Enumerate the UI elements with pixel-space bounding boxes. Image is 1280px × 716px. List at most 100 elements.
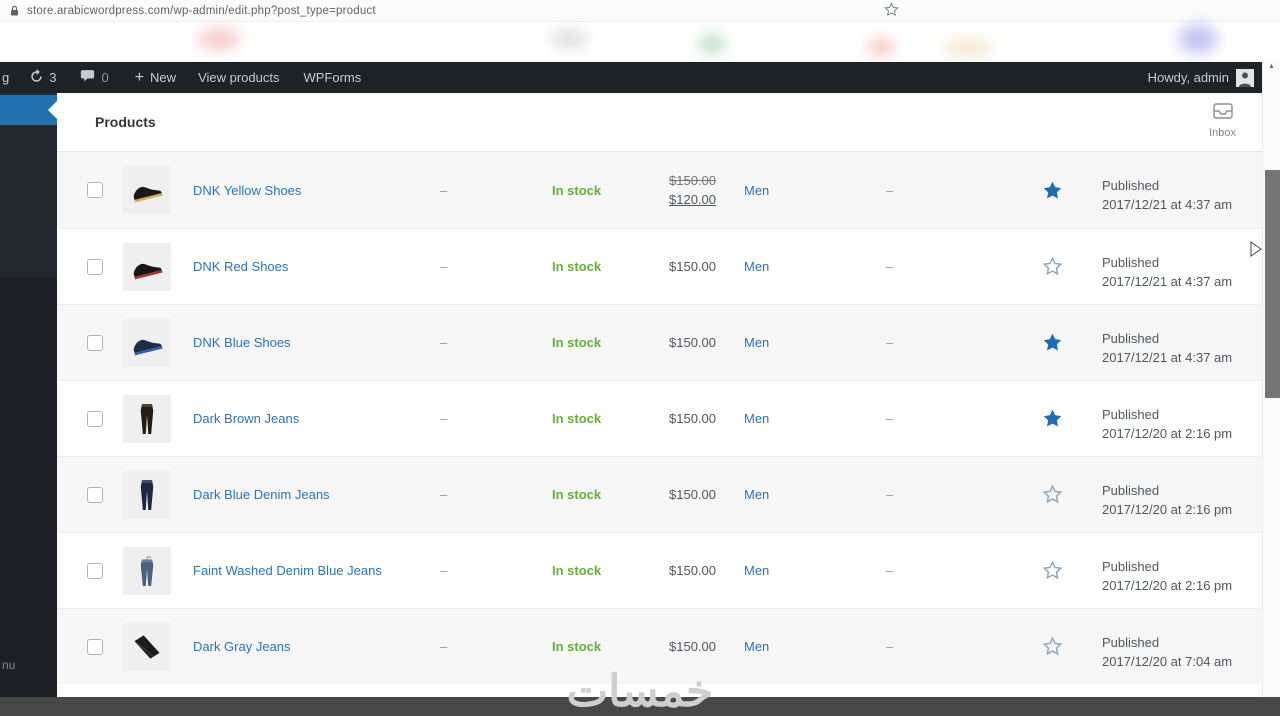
- browser-address-bar: store.arabicwordpress.com/wp-admin/edit.…: [0, 0, 1280, 22]
- stock-status: In stock: [552, 335, 602, 350]
- row-checkbox[interactable]: [87, 410, 103, 427]
- wpforms-menu[interactable]: WPForms: [303, 62, 361, 93]
- featured-star-toggle[interactable]: [1002, 332, 1102, 353]
- publish-date: 2017/12/21 at 4:37 am: [1102, 273, 1233, 289]
- sku-cell: –: [440, 563, 448, 578]
- product-thumbnail[interactable]: [123, 470, 171, 519]
- product-name-link[interactable]: DNK Blue Shoes: [193, 335, 291, 350]
- active-item-notch: [48, 101, 57, 119]
- new-menu[interactable]: + New: [135, 62, 176, 93]
- price-cell: $150.00: [669, 335, 716, 350]
- product-row: Dark Blue Denim Jeans – In stock $150.00…: [57, 456, 1262, 532]
- row-checkbox[interactable]: [87, 486, 103, 503]
- stock-status: In stock: [552, 639, 602, 654]
- products-table: DNK Yellow Shoes – In stock $150.00 $120.…: [57, 152, 1262, 684]
- row-checkbox[interactable]: [87, 182, 103, 198]
- price-cell: $150.00: [669, 259, 716, 274]
- product-thumbnail[interactable]: [123, 166, 171, 214]
- product-name-link[interactable]: DNK Yellow Shoes: [193, 183, 301, 198]
- collapse-menu-partial[interactable]: nu: [2, 658, 15, 672]
- sku-cell: –: [440, 639, 448, 654]
- row-checkbox[interactable]: [87, 334, 103, 351]
- product-name-link[interactable]: Dark Gray Jeans: [193, 639, 291, 654]
- row-checkbox[interactable]: [87, 562, 103, 579]
- bookmark-star-icon[interactable]: [884, 2, 899, 22]
- product-thumbnail[interactable]: [123, 318, 171, 367]
- date-cell: Published 2017/12/20 at 2:16 pm: [1102, 481, 1244, 519]
- star-outline-icon: [1042, 256, 1062, 276]
- publish-status: Published: [1102, 482, 1160, 498]
- publish-status: Published: [1102, 330, 1160, 346]
- price-cell: $150.00 $120.00: [669, 173, 716, 207]
- stock-status: In stock: [552, 563, 602, 578]
- date-cell: Published 2017/12/21 at 4:37 am: [1102, 329, 1244, 367]
- sidebar-item-products-active[interactable]: [0, 95, 57, 125]
- publish-status: Published: [1102, 558, 1160, 574]
- product-thumbnail[interactable]: [123, 546, 171, 595]
- avatar[interactable]: [1236, 68, 1254, 87]
- category-link[interactable]: Men: [744, 259, 769, 274]
- featured-star-toggle[interactable]: [1002, 256, 1102, 277]
- updates-count: 3: [49, 70, 57, 85]
- stock-status: In stock: [552, 487, 602, 502]
- inbox-label: Inbox: [1209, 127, 1236, 139]
- product-row: DNK Red Shoes – In stock $150.00 Men – P…: [57, 228, 1262, 304]
- product-name-link[interactable]: Dark Brown Jeans: [193, 411, 299, 426]
- date-cell: Published 2017/12/20 at 2:16 pm: [1102, 405, 1244, 443]
- updates-menu[interactable]: 3: [29, 62, 56, 93]
- blur-blob: [198, 28, 240, 50]
- featured-star-toggle[interactable]: [1002, 484, 1102, 505]
- featured-star-toggle[interactable]: [1002, 180, 1102, 201]
- featured-star-toggle[interactable]: [1002, 408, 1102, 429]
- publish-date: 2017/12/21 at 4:37 am: [1102, 349, 1233, 365]
- howdy-account-menu[interactable]: Howdy, admin: [1148, 70, 1229, 85]
- tags-cell: –: [886, 411, 894, 426]
- comments-count: 0: [101, 70, 109, 85]
- row-checkbox[interactable]: [87, 258, 103, 275]
- category-link[interactable]: Men: [744, 639, 769, 654]
- tags-cell: –: [886, 182, 894, 198]
- view-products-menu[interactable]: View products: [198, 62, 279, 93]
- comments-menu[interactable]: 0: [80, 62, 109, 93]
- sku-cell: –: [440, 259, 448, 274]
- category-link[interactable]: Men: [744, 335, 769, 350]
- tags-cell: –: [886, 259, 894, 274]
- lock-icon: [10, 5, 19, 17]
- sku-cell: –: [440, 182, 448, 198]
- sku-cell: –: [440, 487, 448, 502]
- row-checkbox[interactable]: [87, 638, 103, 655]
- featured-star-toggle[interactable]: [1002, 636, 1102, 657]
- product-name-link[interactable]: DNK Red Shoes: [193, 259, 288, 274]
- inbox-button[interactable]: Inbox: [1209, 103, 1236, 139]
- sku-cell: –: [440, 411, 448, 426]
- product-thumbnail[interactable]: [123, 242, 171, 291]
- sku-cell: –: [440, 335, 448, 350]
- product-name-link[interactable]: Dark Blue Denim Jeans: [193, 487, 330, 502]
- site-name-partial[interactable]: g: [2, 62, 9, 93]
- star-filled-icon: [1043, 181, 1061, 198]
- publish-status: Published: [1102, 254, 1160, 270]
- blur-blob: [868, 38, 894, 56]
- browser-chrome-blur: [0, 22, 1280, 62]
- blur-blob: [698, 34, 726, 54]
- url-text[interactable]: store.arabicwordpress.com/wp-admin/edit.…: [27, 5, 376, 17]
- publish-status: Published: [1102, 634, 1160, 650]
- category-link[interactable]: Men: [744, 411, 769, 426]
- product-name-link[interactable]: Faint Washed Denim Blue Jeans: [193, 563, 382, 578]
- star-filled-icon: [1043, 409, 1061, 427]
- product-thumbnail[interactable]: [123, 394, 171, 443]
- content-header: Products Inbox: [57, 93, 1262, 152]
- category-link[interactable]: Men: [744, 487, 769, 502]
- star-filled-icon: [1043, 333, 1061, 351]
- publish-date: 2017/12/20 at 2:16 pm: [1102, 577, 1233, 593]
- category-link[interactable]: Men: [744, 183, 769, 198]
- featured-star-toggle[interactable]: [1002, 560, 1102, 581]
- scrollbar-track[interactable]: ▲: [1262, 60, 1280, 697]
- product-thumbnail[interactable]: [123, 622, 171, 671]
- scrollbar-thumb[interactable]: [1265, 170, 1280, 398]
- product-row: DNK Blue Shoes – In stock $150.00 Men – …: [57, 304, 1262, 380]
- scroll-up-arrow[interactable]: ▲: [1263, 63, 1280, 70]
- update-icon: [29, 68, 44, 87]
- publish-date: 2017/12/21 at 4:37 am: [1102, 197, 1233, 212]
- category-link[interactable]: Men: [744, 563, 769, 578]
